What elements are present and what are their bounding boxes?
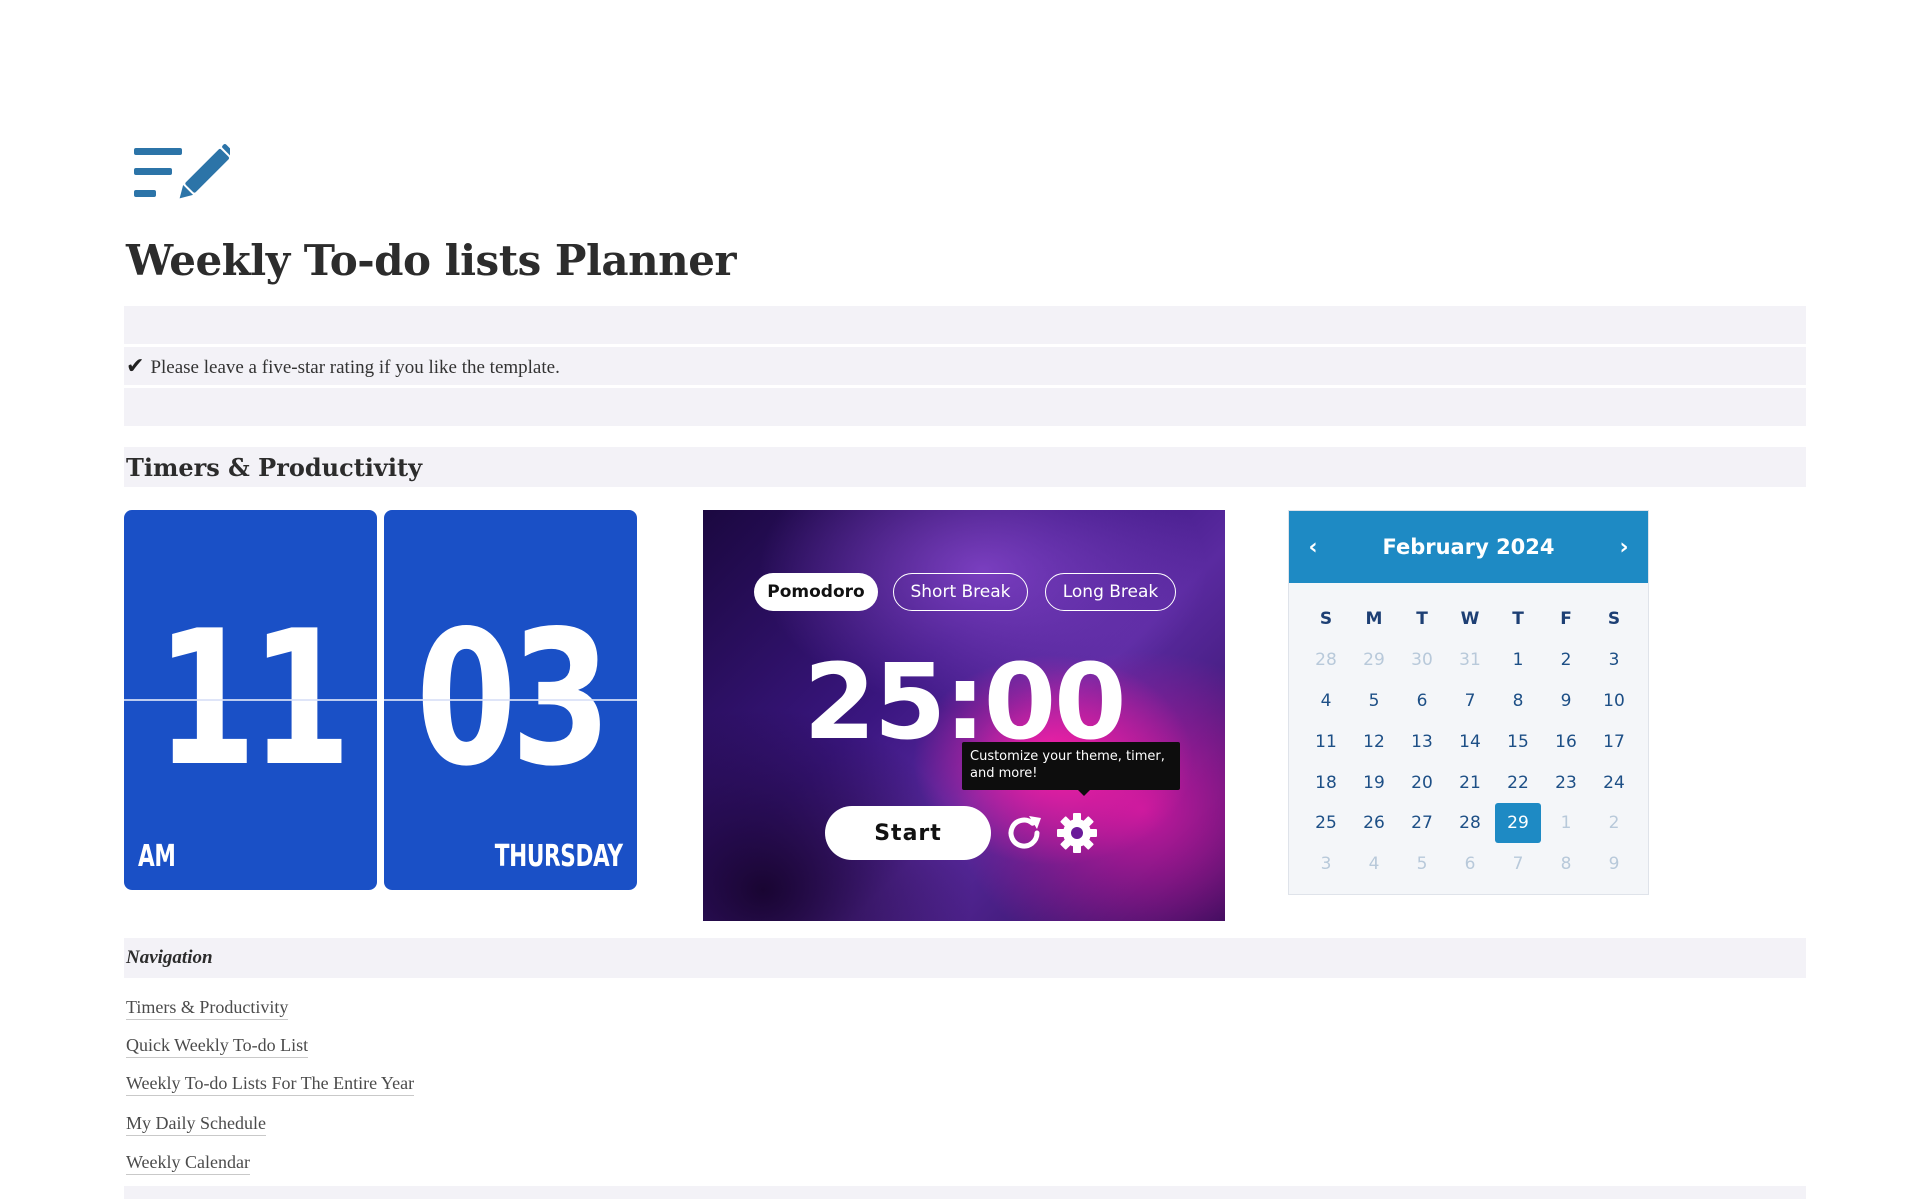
calendar-day[interactable]: 5	[1398, 844, 1446, 885]
section-heading: Timers & Productivity	[124, 447, 1806, 487]
calendar-day[interactable]: 7	[1494, 844, 1542, 885]
weekday-row: S M T W T F S	[1302, 599, 1638, 640]
calendar-day-selected[interactable]: 29	[1495, 802, 1541, 843]
calendar-day[interactable]: 2	[1542, 640, 1590, 681]
flip-clock-minute: 03 THURSDAY	[384, 510, 637, 890]
calendar-day[interactable]: 30	[1398, 640, 1446, 681]
weekday-label: M	[1365, 609, 1383, 630]
flip-clock-hour: 11 AM	[124, 510, 377, 890]
weekday-label: T	[1512, 609, 1524, 630]
weekday-label: F	[1560, 609, 1572, 630]
calendar-day[interactable]: 12	[1350, 721, 1398, 762]
flip-hinge	[384, 699, 637, 701]
mode-pomodoro-button[interactable]: Pomodoro	[754, 573, 878, 611]
calendar-day[interactable]: 27	[1398, 803, 1446, 844]
calendar-day[interactable]: 20	[1398, 762, 1446, 803]
empty-block	[124, 388, 1806, 426]
calendar-day[interactable]: 18	[1302, 762, 1350, 803]
calendar-day[interactable]: 6	[1398, 681, 1446, 722]
nav-link-entire-year[interactable]: Weekly To-do Lists For The Entire Year	[126, 1072, 415, 1096]
nav-link-daily-schedule[interactable]: My Daily Schedule	[126, 1112, 266, 1136]
reset-icon[interactable]	[1001, 810, 1047, 856]
calendar-header: ‹ February 2024 ›	[1289, 511, 1648, 583]
calendar-day[interactable]: 10	[1590, 681, 1638, 722]
empty-block	[124, 306, 1806, 344]
mode-long-break-button[interactable]: Long Break	[1045, 573, 1176, 611]
calendar-widget: ‹ February 2024 › S M T W T F S 28 29 30…	[1288, 510, 1649, 895]
calendar-day[interactable]: 29	[1350, 640, 1398, 681]
calendar-day[interactable]: 2	[1590, 803, 1638, 844]
calendar-day[interactable]: 7	[1446, 681, 1494, 722]
notes-pencil-icon	[134, 144, 230, 199]
calendar-day[interactable]: 24	[1590, 762, 1638, 803]
empty-block	[124, 1186, 1806, 1199]
nav-link-quick-weekly[interactable]: Quick Weekly To-do List	[126, 1034, 309, 1058]
calendar-week: 3 4 5 6 7 8 9	[1302, 844, 1638, 885]
weekday-label: S	[1607, 609, 1621, 630]
check-icon: ✔	[126, 353, 145, 378]
pomodoro-widget: Pomodoro Short Break Long Break 25:00 Cu…	[703, 510, 1225, 921]
calendar-day[interactable]: 5	[1350, 681, 1398, 722]
calendar-day[interactable]: 8	[1542, 844, 1590, 885]
gear-icon[interactable]	[1056, 812, 1098, 854]
calendar-day[interactable]: 13	[1398, 721, 1446, 762]
calendar-day[interactable]: 17	[1590, 721, 1638, 762]
nav-link-weekly-calendar[interactable]: Weekly Calendar	[126, 1151, 250, 1175]
mode-short-break-button[interactable]: Short Break	[893, 573, 1028, 611]
weekday-label: T	[1416, 609, 1428, 630]
calendar-day[interactable]: 14	[1446, 721, 1494, 762]
calendar-day[interactable]: 6	[1446, 844, 1494, 885]
calendar-week: 11 12 13 14 15 16 17	[1302, 721, 1638, 762]
calendar-day[interactable]: 8	[1494, 681, 1542, 722]
chevron-left-icon[interactable]: ‹	[1299, 533, 1327, 561]
calendar-day[interactable]: 9	[1542, 681, 1590, 722]
weekday-label: S	[1319, 609, 1333, 630]
calendar-day[interactable]: 1	[1494, 640, 1542, 681]
calendar-day[interactable]: 1	[1542, 803, 1590, 844]
calendar-day[interactable]: 3	[1590, 640, 1638, 681]
weekday-label: W	[1460, 609, 1480, 630]
timer-display: 25:00	[803, 641, 1126, 763]
calendar-day[interactable]: 9	[1590, 844, 1638, 885]
chevron-right-icon[interactable]: ›	[1610, 533, 1638, 561]
settings-tooltip: Customize your theme, timer, and more!	[962, 742, 1180, 796]
calendar-day[interactable]: 3	[1302, 844, 1350, 885]
calendar-day[interactable]: 21	[1446, 762, 1494, 803]
rating-note: Please leave a five-star rating if you l…	[150, 357, 560, 378]
calendar-day[interactable]: 26	[1350, 803, 1398, 844]
calendar-month-label: February 2024	[1382, 535, 1555, 559]
page-title: Weekly To-do lists Planner	[126, 236, 737, 285]
calendar-week: 28 29 30 31 1 2 3	[1302, 640, 1638, 681]
calendar-week: 4 5 6 7 8 9 10	[1302, 681, 1638, 722]
calendar-day[interactable]: 11	[1302, 721, 1350, 762]
clock-period: AM	[138, 839, 176, 874]
calendar-day[interactable]: 19	[1350, 762, 1398, 803]
navigation-heading: Navigation	[124, 938, 1806, 978]
calendar-day[interactable]: 31	[1446, 640, 1494, 681]
calendar-day[interactable]: 22	[1494, 762, 1542, 803]
calendar-day[interactable]: 16	[1542, 721, 1590, 762]
flip-hinge	[124, 699, 377, 701]
nav-link-timers[interactable]: Timers & Productivity	[126, 996, 289, 1020]
rating-callout: ✔ Please leave a five-star rating if you …	[124, 347, 1806, 385]
clock-day: THURSDAY	[495, 839, 623, 874]
calendar-day[interactable]: 4	[1350, 844, 1398, 885]
start-button[interactable]: Start	[825, 806, 991, 860]
calendar-day[interactable]: 28	[1302, 640, 1350, 681]
calendar-day[interactable]: 25	[1302, 803, 1350, 844]
calendar-week: 18 19 20 21 22 23 24	[1302, 762, 1638, 803]
calendar-grid: S M T W T F S 28 29 30 31 1 2 3 4 5 6 7 …	[1302, 599, 1638, 885]
calendar-day[interactable]: 23	[1542, 762, 1590, 803]
calendar-day[interactable]: 28	[1446, 803, 1494, 844]
calendar-day[interactable]: 15	[1494, 721, 1542, 762]
calendar-week: 25 26 27 28 29 1 2	[1302, 802, 1638, 844]
calendar-day[interactable]: 4	[1302, 681, 1350, 722]
